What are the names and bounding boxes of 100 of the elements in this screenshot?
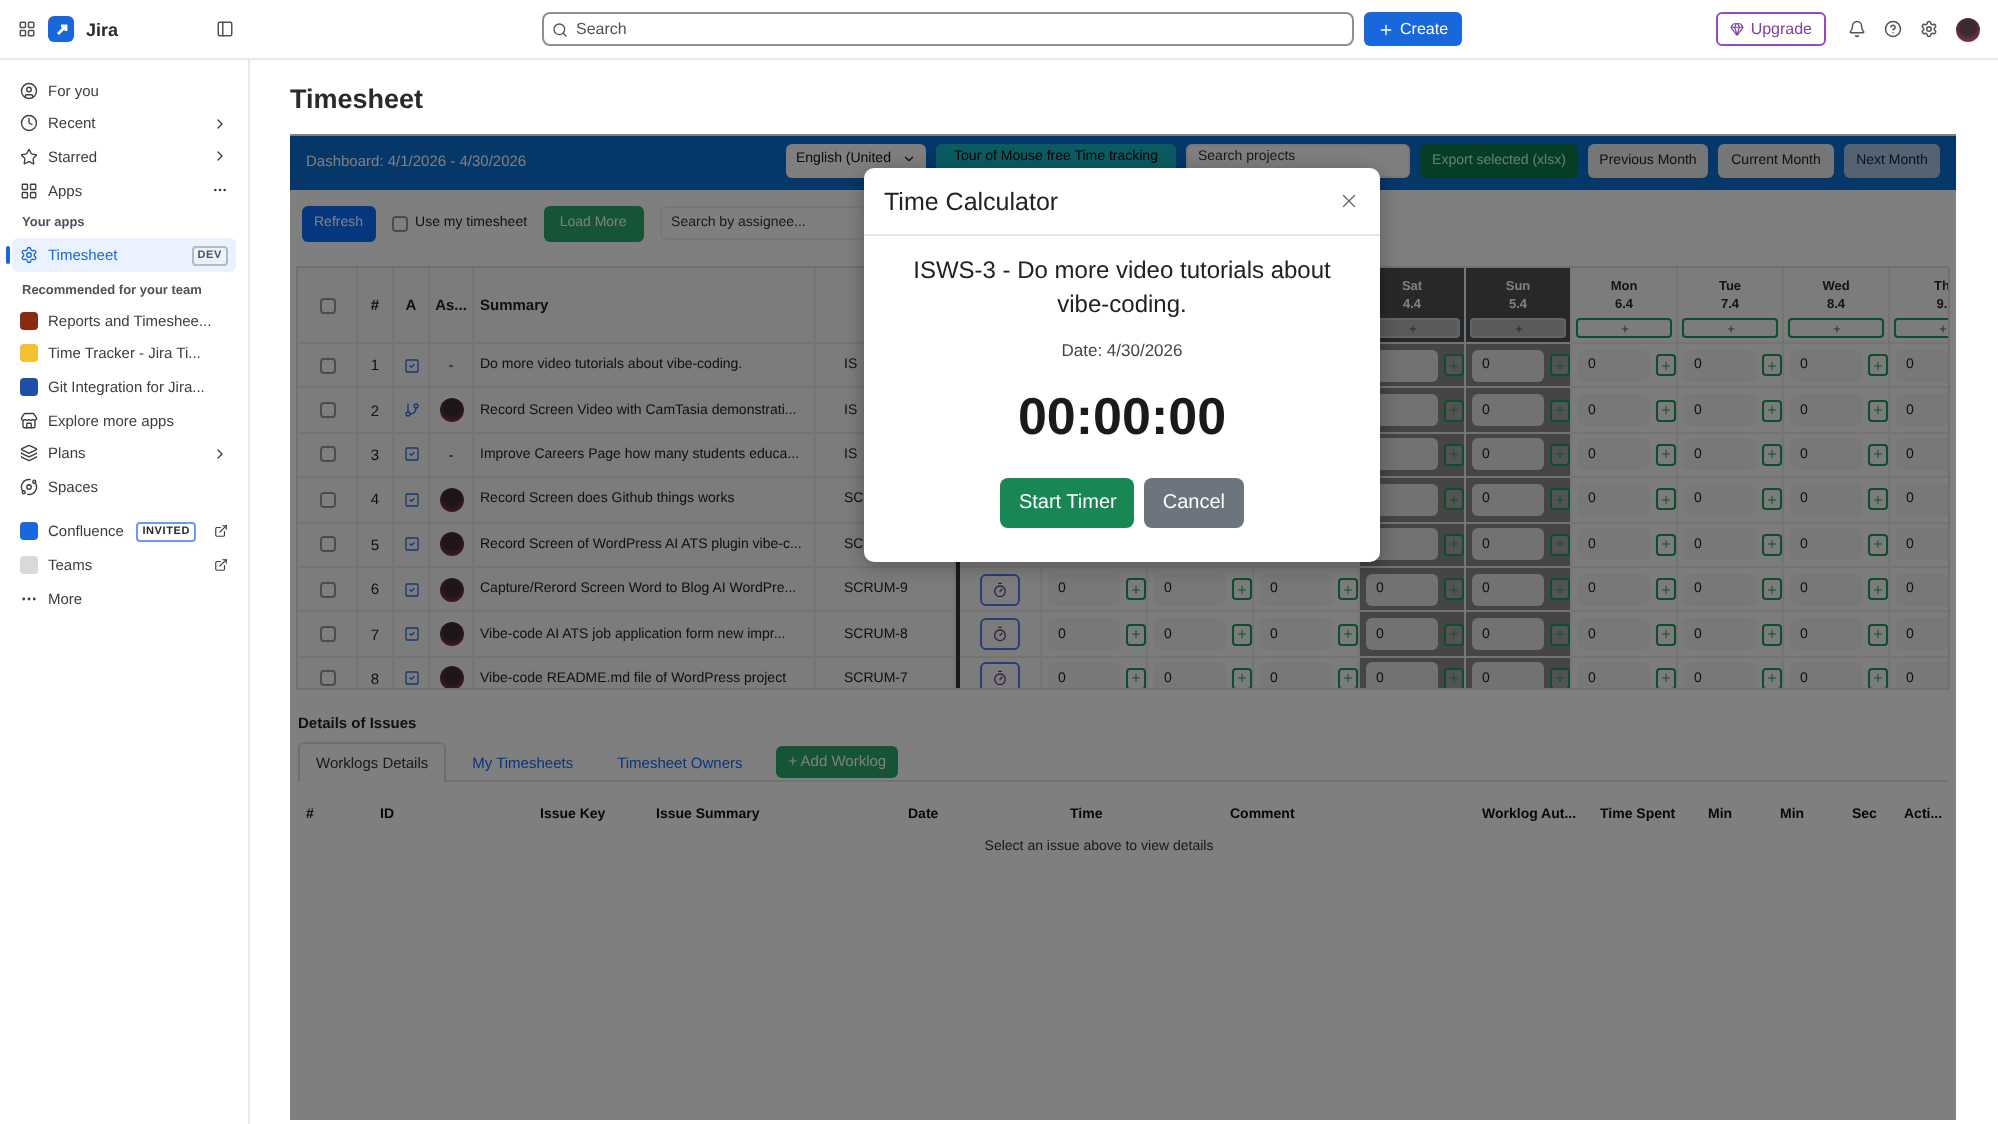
add-hours-button[interactable] — [1762, 623, 1782, 646]
plus-icon — [1766, 583, 1778, 596]
plus-icon — [1448, 628, 1460, 641]
add-hours-button[interactable] — [1550, 667, 1570, 688]
add-hours-button[interactable] — [1762, 667, 1782, 688]
add-hours-button[interactable] — [1338, 578, 1358, 601]
add-hours-button[interactable] — [1762, 354, 1782, 377]
add-hours-button[interactable] — [1232, 623, 1252, 646]
plus-icon — [1872, 359, 1884, 372]
create-button[interactable]: Create — [1364, 12, 1463, 46]
add-hours-button[interactable] — [1656, 533, 1676, 556]
add-hours-button[interactable] — [1444, 443, 1464, 466]
plus-icon — [1766, 359, 1778, 372]
upgrade-button[interactable]: Upgrade — [1716, 12, 1826, 46]
add-hours-button[interactable] — [1762, 443, 1782, 466]
close-icon[interactable] — [1338, 190, 1360, 212]
checkbox[interactable] — [319, 491, 335, 508]
add-hours-button[interactable] — [1656, 354, 1676, 377]
add-hours-button[interactable] — [1762, 399, 1782, 422]
plus-icon — [1766, 672, 1778, 685]
task-icon — [403, 581, 419, 598]
add-hours-button[interactable] — [1868, 488, 1888, 511]
add-hours-button[interactable] — [1550, 578, 1570, 601]
sidebar-toggle-icon[interactable] — [216, 20, 234, 38]
checkbox[interactable] — [319, 402, 335, 419]
store-icon — [20, 411, 38, 430]
timer-button[interactable] — [980, 573, 1020, 606]
add-hours-button[interactable] — [1762, 488, 1782, 511]
app-switcher-icon[interactable] — [18, 20, 36, 38]
add-hours-button[interactable] — [1444, 578, 1464, 601]
add-hours-button[interactable] — [1550, 443, 1570, 466]
add-hours-button[interactable] — [1656, 578, 1676, 601]
bell-icon[interactable] — [1848, 20, 1866, 38]
avatar[interactable] — [1956, 17, 1980, 41]
checkbox[interactable] — [319, 297, 335, 313]
plus-icon — [1766, 538, 1778, 551]
checkbox[interactable] — [319, 536, 335, 553]
task-icon — [403, 491, 419, 508]
timer-button[interactable] — [980, 618, 1020, 651]
add-hours-button[interactable] — [1232, 578, 1252, 601]
plus-icon — [1766, 628, 1778, 641]
plus-icon — [1872, 448, 1884, 461]
checkbox[interactable] — [319, 357, 335, 374]
plus-icon — [1766, 448, 1778, 461]
plus-icon — [1513, 323, 1523, 333]
add-hours-button[interactable] — [1868, 667, 1888, 688]
add-hours-button[interactable] — [1868, 399, 1888, 422]
product-name: Jira — [86, 19, 119, 39]
checkbox[interactable] — [319, 581, 335, 598]
add-hours-button[interactable] — [1656, 623, 1676, 646]
add-hours-button[interactable] — [1550, 623, 1570, 646]
add-hours-button[interactable] — [1232, 667, 1252, 688]
add-hours-button[interactable] — [1868, 533, 1888, 556]
timer-display: 00:00:00 — [1017, 386, 1227, 448]
add-hours-button[interactable] — [1868, 443, 1888, 466]
plus-icon — [1554, 583, 1566, 596]
add-hours-button[interactable] — [1762, 533, 1782, 556]
task-icon — [403, 357, 419, 374]
checkbox[interactable] — [319, 626, 335, 643]
plus-icon — [1831, 323, 1841, 333]
add-hours-button[interactable] — [1656, 488, 1676, 511]
help-icon[interactable] — [1884, 20, 1902, 38]
plus-icon — [1660, 448, 1672, 461]
add-hours-button[interactable] — [1444, 533, 1464, 556]
add-hours-button[interactable] — [1126, 623, 1146, 646]
start-timer-button[interactable]: Start Timer — [1000, 478, 1135, 528]
settings-icon[interactable] — [1920, 20, 1938, 38]
add-hours-button[interactable] — [1656, 443, 1676, 466]
checkbox[interactable] — [319, 670, 335, 687]
add-hours-button[interactable] — [1656, 667, 1676, 688]
add-hours-button[interactable] — [1868, 354, 1888, 377]
add-hours-button[interactable] — [1444, 488, 1464, 511]
add-hours-button[interactable] — [1762, 578, 1782, 601]
caret-icon — [902, 151, 916, 165]
checkbox[interactable] — [319, 446, 335, 463]
add-hours-button[interactable] — [1338, 667, 1358, 688]
stopwatch-icon — [992, 581, 1008, 598]
add-hours-button[interactable] — [1550, 488, 1570, 511]
plus-icon — [1236, 583, 1248, 596]
add-hours-button[interactable] — [1868, 578, 1888, 601]
search-field[interactable]: Search — [542, 12, 1354, 46]
grid-icon — [20, 181, 38, 200]
plus-icon — [1130, 583, 1142, 596]
add-hours-button[interactable] — [1444, 667, 1464, 688]
add-hours-button[interactable] — [1444, 623, 1464, 646]
add-hours-button[interactable] — [1550, 399, 1570, 422]
add-hours-button[interactable] — [1550, 354, 1570, 377]
add-hours-button[interactable] — [1868, 623, 1888, 646]
plus-icon — [1766, 404, 1778, 417]
add-hours-button[interactable] — [1550, 533, 1570, 556]
add-hours-button[interactable] — [1656, 399, 1676, 422]
timer-button[interactable] — [980, 662, 1020, 688]
add-hours-button[interactable] — [1444, 354, 1464, 377]
plus-icon — [1872, 538, 1884, 551]
cancel-button[interactable]: Cancel — [1144, 478, 1244, 528]
add-hours-button[interactable] — [1444, 399, 1464, 422]
plus-icon — [1660, 359, 1672, 372]
add-hours-button[interactable] — [1126, 578, 1146, 601]
add-hours-button[interactable] — [1126, 667, 1146, 688]
add-hours-button[interactable] — [1338, 623, 1358, 646]
